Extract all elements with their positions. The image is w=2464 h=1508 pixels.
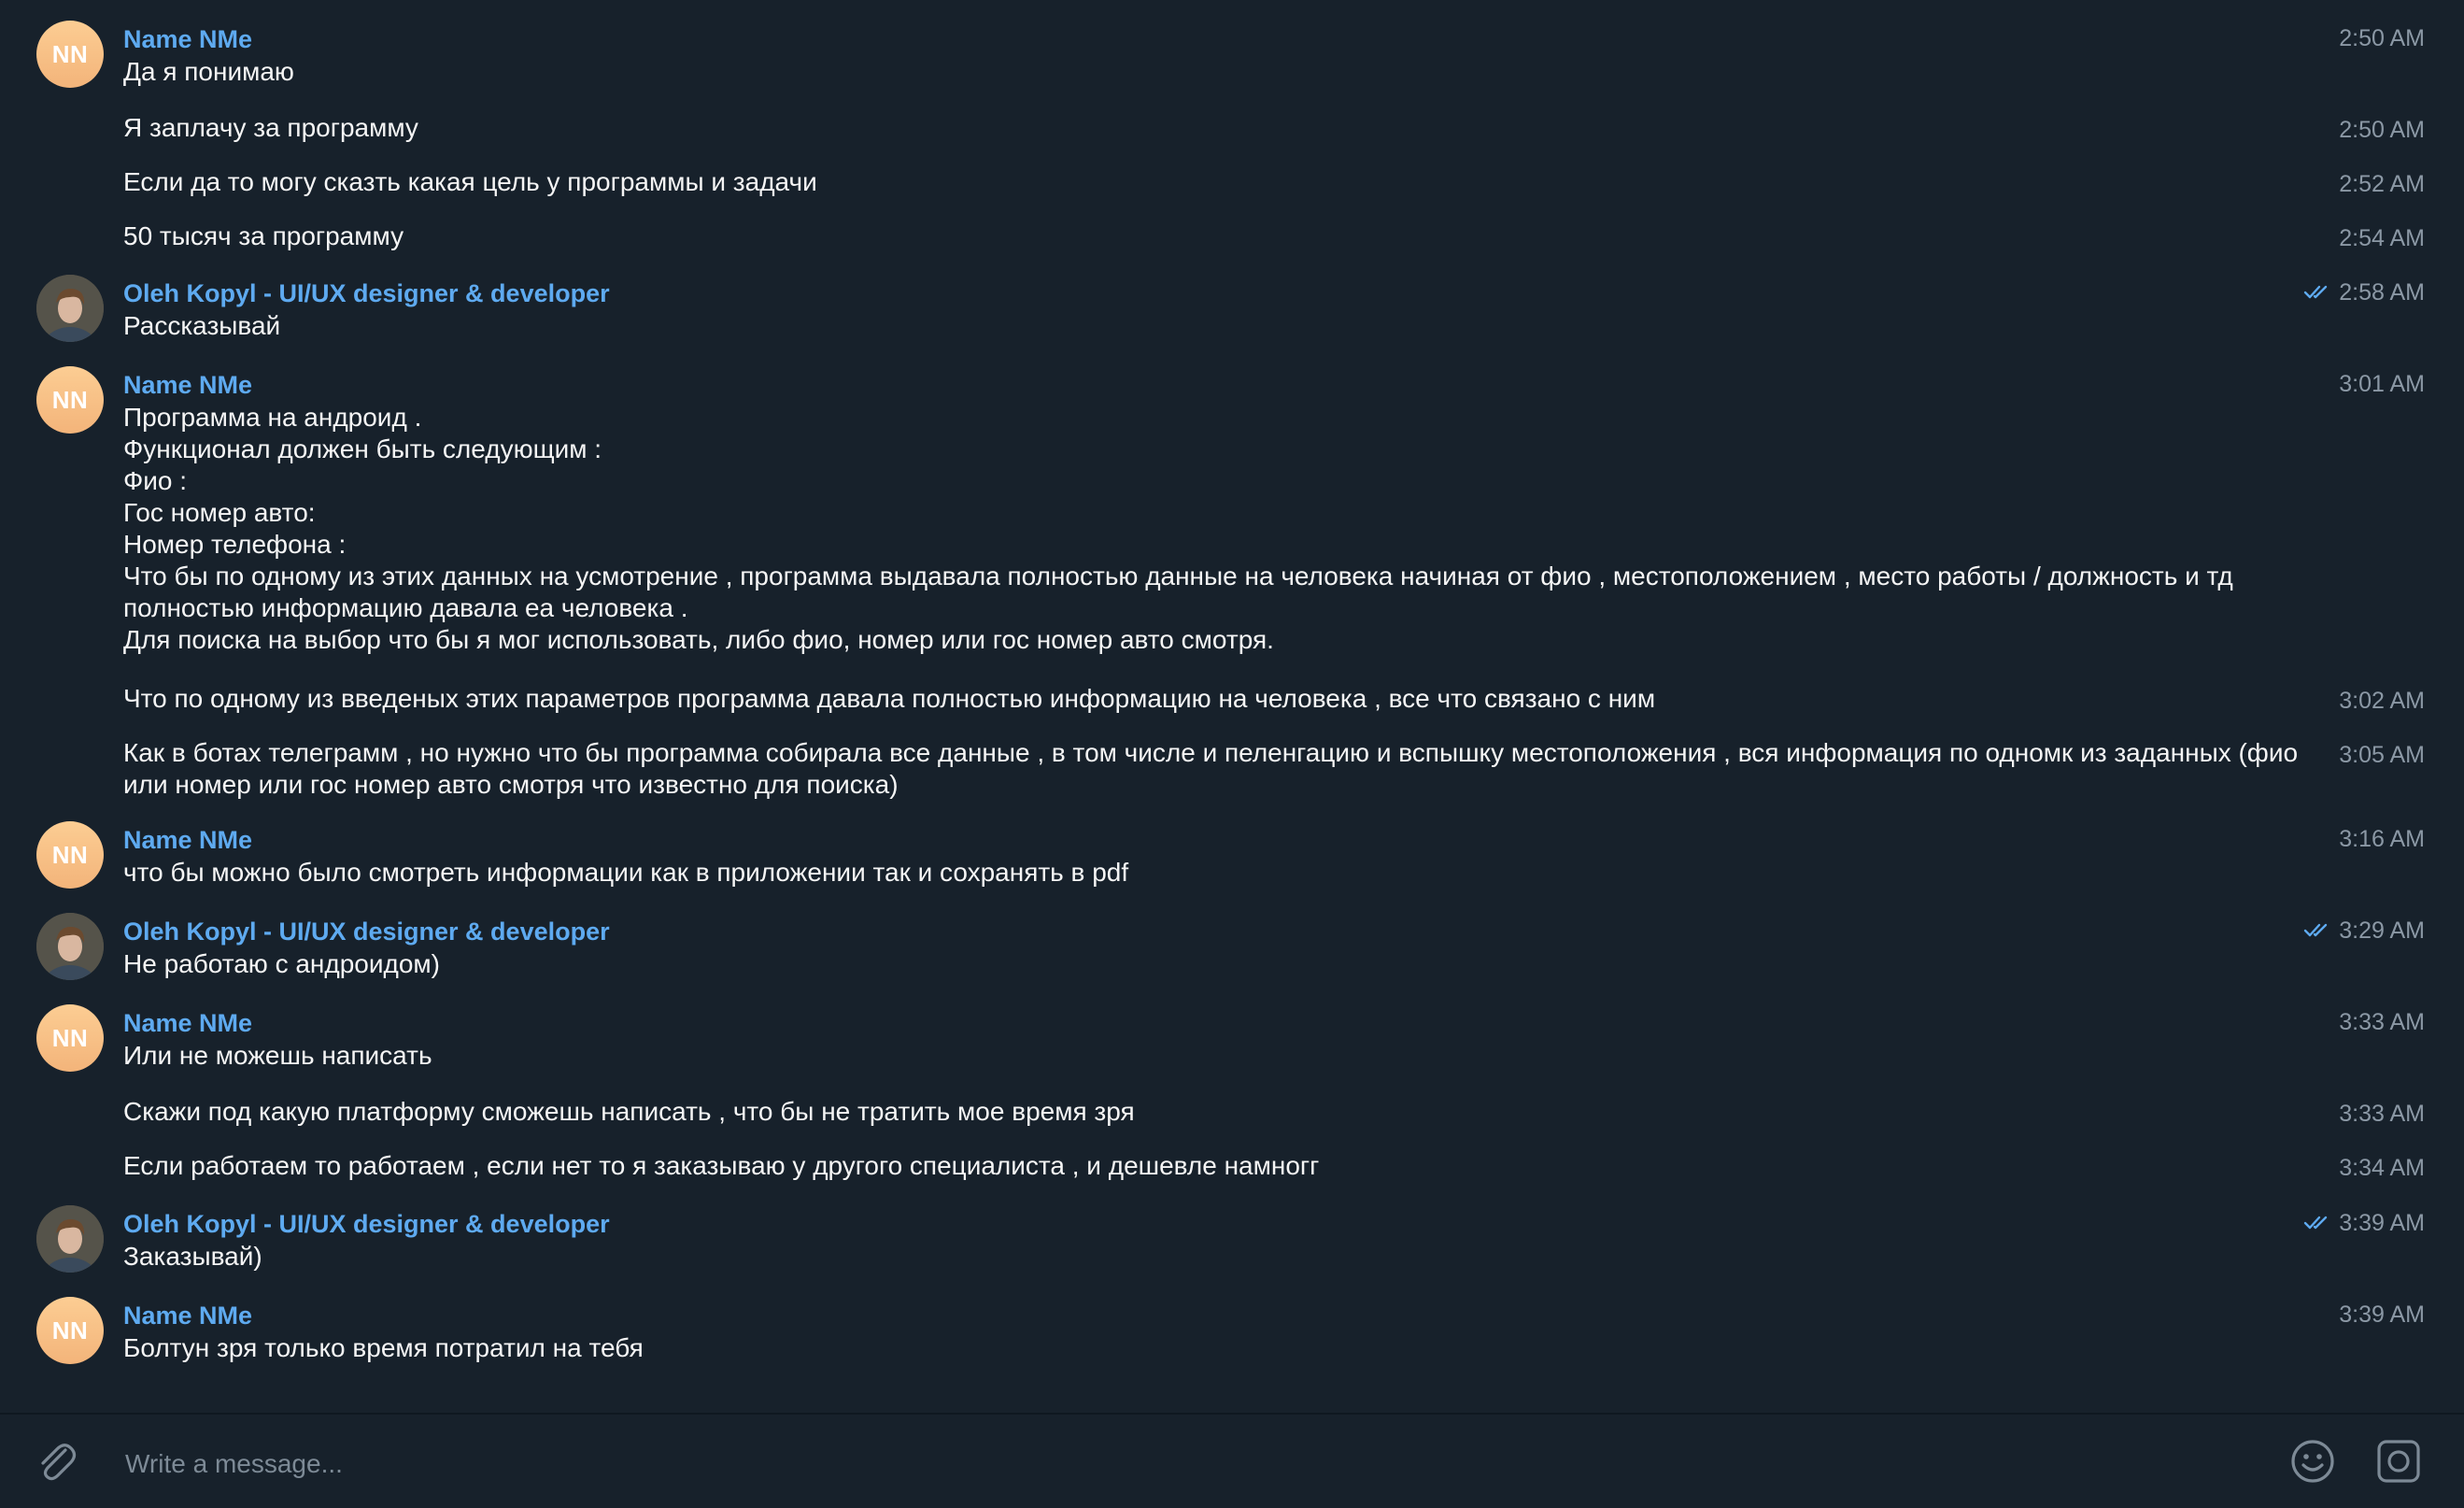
avatar[interactable]: NN bbox=[36, 21, 104, 88]
message-text: Скажи под какую платформу сможешь написа… bbox=[123, 1097, 1135, 1126]
time-label: 3:39 AM bbox=[2339, 1210, 2425, 1236]
double-check-icon bbox=[2303, 1215, 2331, 1231]
avatar[interactable]: NN bbox=[36, 366, 104, 434]
message-list[interactable]: NN Name NMe 2:50 AM Да я понимаю 2:50 AM… bbox=[0, 0, 2464, 1413]
avatar[interactable] bbox=[36, 913, 104, 980]
avatar[interactable]: NN bbox=[36, 1297, 104, 1364]
chat-window: NN Name NMe 2:50 AM Да я понимаю 2:50 AM… bbox=[0, 0, 2464, 1508]
double-check-icon bbox=[2303, 922, 2331, 939]
message-author[interactable]: Name NMe bbox=[123, 368, 252, 402]
message-time: 3:16 AM bbox=[2339, 823, 2425, 855]
time-label: 2:50 AM bbox=[2339, 25, 2425, 51]
message-time: 2:50 AM bbox=[2339, 22, 2425, 54]
time-label: 3:02 AM bbox=[2339, 688, 2425, 714]
time-label: 3:33 AM bbox=[2339, 1101, 2425, 1127]
message-author[interactable]: Name NMe bbox=[123, 22, 252, 56]
message-text: 50 тысяч за программу bbox=[123, 221, 404, 250]
message-time: 3:33 AM bbox=[2339, 1006, 2425, 1038]
message-time: 2:58 AM bbox=[2303, 277, 2425, 308]
message-text: Как в ботах телеграмм , но нужно что бы … bbox=[123, 738, 2299, 799]
avatar[interactable] bbox=[36, 275, 104, 342]
message-author[interactable]: Name NMe bbox=[123, 1299, 252, 1332]
message-author[interactable]: Oleh Kopyl - UI/UX designer & developer bbox=[123, 277, 610, 310]
time-label: 3:01 AM bbox=[2339, 371, 2425, 397]
message-time: 3:02 AM bbox=[2339, 685, 2425, 717]
message-author[interactable]: Oleh Kopyl - UI/UX designer & developer bbox=[123, 915, 610, 948]
time-label: 3:05 AM bbox=[2339, 742, 2425, 768]
message-text: Если работаем то работаем , если нет то … bbox=[123, 1151, 1320, 1180]
message-text: Я заплачу за программу bbox=[123, 113, 418, 142]
message-author[interactable]: Name NMe bbox=[123, 1006, 252, 1040]
time-label: 2:58 AM bbox=[2339, 279, 2425, 306]
message-time: 3:39 AM bbox=[2303, 1207, 2425, 1239]
message-text: Болтун зря только время потратил на тебя bbox=[123, 1333, 644, 1362]
message-text: Если да то могу сказть какая цель у прог… bbox=[123, 167, 817, 196]
message-text: Заказывай) bbox=[123, 1242, 262, 1271]
message-text: что бы можно было смотреть информации ка… bbox=[123, 858, 1129, 887]
time-label: 3:29 AM bbox=[2339, 918, 2425, 944]
profile-photo-icon bbox=[36, 913, 104, 980]
message-composer bbox=[0, 1413, 2464, 1508]
message-author[interactable]: Oleh Kopyl - UI/UX designer & developer bbox=[123, 1207, 610, 1241]
message-time: 2:52 AM bbox=[2339, 168, 2425, 200]
time-label: 3:34 AM bbox=[2339, 1155, 2425, 1181]
avatar[interactable]: NN bbox=[36, 821, 104, 889]
avatar[interactable] bbox=[36, 1205, 104, 1273]
time-label: 2:52 AM bbox=[2339, 171, 2425, 197]
profile-photo-icon bbox=[36, 1205, 104, 1273]
profile-photo-icon bbox=[36, 275, 104, 342]
message-text: Да я понимаю bbox=[123, 57, 294, 86]
message-time: 3:01 AM bbox=[2339, 368, 2425, 400]
message-time: 3:33 AM bbox=[2339, 1098, 2425, 1130]
message-text: Рассказывай bbox=[123, 311, 281, 340]
message-time: 3:39 AM bbox=[2339, 1299, 2425, 1330]
message-text: Не работаю с андроидом) bbox=[123, 949, 440, 978]
message-text: Что по одному из введеных этих параметро… bbox=[123, 684, 1656, 713]
double-check-icon bbox=[2303, 284, 2331, 301]
message-input[interactable] bbox=[123, 1444, 2182, 1484]
time-label: 2:50 AM bbox=[2339, 117, 2425, 143]
bot-commands-icon[interactable] bbox=[2371, 1433, 2427, 1489]
message-time: 3:34 AM bbox=[2339, 1152, 2425, 1184]
time-label: 2:54 AM bbox=[2339, 225, 2425, 251]
message-time: 3:05 AM bbox=[2339, 739, 2425, 771]
message-text: Или не можешь написать bbox=[123, 1041, 432, 1070]
message-text: Программа на андроид . Функционал должен… bbox=[123, 403, 2233, 654]
avatar[interactable]: NN bbox=[36, 1004, 104, 1072]
time-label: 3:33 AM bbox=[2339, 1009, 2425, 1035]
time-label: 3:39 AM bbox=[2339, 1302, 2425, 1328]
paperclip-icon[interactable] bbox=[28, 1433, 84, 1489]
message-time: 2:54 AM bbox=[2339, 222, 2425, 254]
message-author[interactable]: Name NMe bbox=[123, 823, 252, 857]
time-label: 3:16 AM bbox=[2339, 826, 2425, 852]
emoji-icon[interactable] bbox=[2285, 1433, 2341, 1489]
message-time: 3:29 AM bbox=[2303, 915, 2425, 946]
message-time: 2:50 AM bbox=[2339, 114, 2425, 146]
